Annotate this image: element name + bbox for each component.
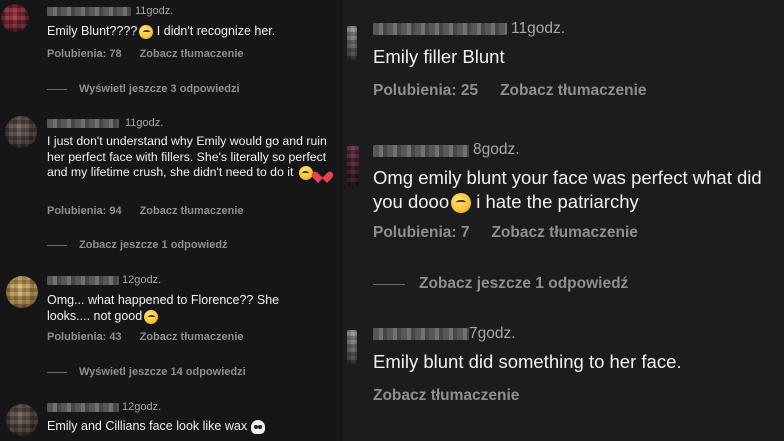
comment-time: 11godz.: [135, 5, 174, 17]
avatar[interactable]: [6, 404, 38, 436]
divider-line: [47, 371, 67, 373]
comment-r1: 11godz. Emily filler Blunt Polubienia: 2…: [343, 0, 784, 110]
comment-text-part: Omg... what happened to Florence?? She l…: [47, 293, 280, 323]
username-blurred[interactable]: [373, 145, 469, 157]
username-blurred[interactable]: [47, 403, 119, 412]
likes-count[interactable]: Polubienia: 78: [47, 48, 122, 60]
avatar[interactable]: [1, 4, 29, 32]
translate-link[interactable]: Zobacz tłumaczenie: [140, 205, 244, 217]
broken-heart-icon: [316, 167, 329, 180]
comment-meta: Polubienia: 94 Zobacz tłumaczenie: [47, 205, 262, 217]
skull-icon: [251, 419, 266, 434]
avatar[interactable]: [5, 116, 37, 148]
comment-meta: Polubienia: 78 Zobacz tłumaczenie: [47, 48, 262, 60]
comment-4: 12godz. Emily and Cillians face look lik…: [0, 396, 343, 441]
comment-text: Omg... what happened to Florence?? She l…: [47, 292, 317, 324]
likes-count[interactable]: Polubienia: 94: [47, 205, 122, 217]
likes-count[interactable]: Polubienia: 7: [373, 224, 469, 241]
divider-line: [47, 244, 67, 246]
comment-time: 7godz.: [469, 325, 516, 342]
translate-link[interactable]: Zobacz tłumaczenie: [140, 48, 244, 60]
avatar[interactable]: [347, 330, 357, 364]
avatar[interactable]: [347, 26, 357, 60]
username-blurred[interactable]: [47, 276, 119, 285]
translate-link[interactable]: Zobacz tłumaczenie: [500, 82, 646, 99]
comment-text-part: I just don't understand why Emily would …: [47, 134, 327, 180]
comment-text: I just don't understand why Emily would …: [47, 134, 343, 181]
comment-time: 11godz.: [125, 117, 164, 129]
right-comments-panel: 11godz. Emily filler Blunt Polubienia: 2…: [343, 0, 784, 441]
avatar[interactable]: [6, 276, 38, 308]
view-more-label[interactable]: Zobacz jeszcze 1 odpowiedź: [79, 239, 228, 251]
comment-2: 11godz. I just don't understand why Emil…: [0, 110, 343, 220]
tired-face-icon: [451, 192, 472, 213]
view-more-replies[interactable]: Zobacz jeszcze 1 odpowiedź: [373, 275, 628, 293]
grimacing-face-icon: [144, 309, 159, 324]
comment-text: Omg emily blunt your face was perfect wh…: [373, 166, 783, 213]
comment-time: 12godz.: [122, 401, 162, 413]
avatar[interactable]: [347, 146, 359, 186]
likes-count[interactable]: Polubienia: 25: [373, 82, 478, 99]
view-more-label[interactable]: Wyświetl jeszcze 14 odpowiedzi: [79, 366, 246, 378]
view-more-replies[interactable]: Zobacz jeszcze 1 odpowiedź: [47, 239, 228, 251]
comment-meta: Zobacz tłumaczenie: [373, 387, 537, 405]
username-blurred[interactable]: [47, 119, 119, 128]
divider-line: [47, 88, 67, 90]
translate-link[interactable]: Zobacz tłumaczenie: [140, 331, 244, 343]
translate-link[interactable]: Zobacz tłumaczenie: [373, 387, 519, 404]
comment-r3: 7godz. Emily blunt did something to her …: [343, 318, 784, 441]
translate-link[interactable]: Zobacz tłumaczenie: [491, 224, 637, 241]
comment-text-part: i hate the patriarchy: [471, 190, 639, 212]
comment-text: Emily blunt did something to her face.: [373, 351, 682, 372]
comment-3: 12godz. Omg... what happened to Florence…: [0, 268, 343, 348]
username-blurred[interactable]: [47, 7, 131, 16]
view-more-replies[interactable]: Wyświetl jeszcze 3 odpowiedzi: [47, 83, 240, 95]
comment-meta: Polubienia: 25 Zobacz tłumaczenie: [373, 82, 665, 100]
comment-time: 8godz.: [473, 141, 520, 158]
flushed-face-icon: [139, 24, 154, 39]
comment-meta: Polubienia: 7 Zobacz tłumaczenie: [373, 224, 656, 242]
view-more-label[interactable]: Wyświetl jeszcze 3 odpowiedzi: [79, 83, 240, 95]
comment-text: Emily Blunt???? I didn't recognize her.: [47, 23, 337, 39]
comment-text-part: I didn't recognize her.: [153, 24, 276, 38]
view-more-label[interactable]: Zobacz jeszcze 1 odpowiedź: [419, 275, 628, 293]
username-blurred[interactable]: [373, 328, 469, 340]
view-more-replies[interactable]: Wyświetl jeszcze 14 odpowiedzi: [47, 366, 246, 378]
comment-time: 12godz.: [122, 274, 162, 286]
left-comments-panel: 11godz. Emily Blunt???? I didn't recogni…: [0, 0, 343, 441]
comment-meta: Polubienia: 43 Zobacz tłumaczenie: [47, 331, 262, 343]
comment-1: 11godz. Emily Blunt???? I didn't recogni…: [0, 0, 343, 80]
username-blurred[interactable]: [373, 23, 507, 35]
comment-text-part: Emily and Cillians face look like wax: [47, 419, 248, 433]
comment-time: 11godz.: [511, 20, 566, 37]
comment-text: Emily and Cillians face look like wax: [47, 418, 337, 434]
comment-text-part: Emily Blunt????: [47, 24, 138, 38]
comment-text: Emily filler Blunt: [373, 46, 505, 67]
divider-line: [373, 283, 405, 285]
likes-count[interactable]: Polubienia: 43: [47, 331, 122, 343]
comment-r2: 8godz. Omg emily blunt your face was per…: [343, 130, 784, 250]
